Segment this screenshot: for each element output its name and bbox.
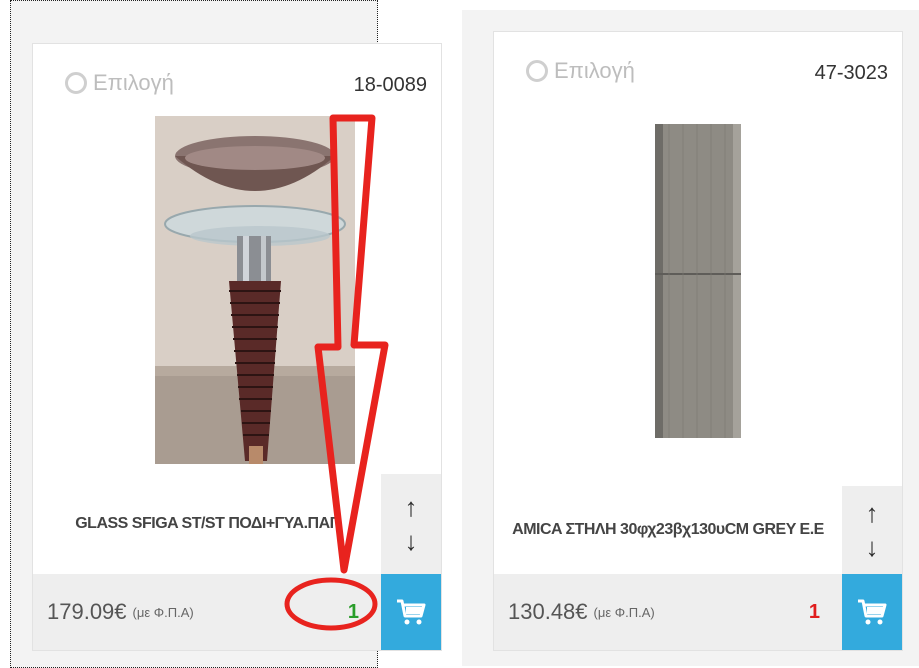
product-code: 47-3023: [814, 62, 888, 84]
product-code: 18-0089: [353, 74, 427, 96]
sort-arrows: ↑ ↓: [842, 486, 902, 574]
select-label: Επιλογή: [554, 58, 635, 83]
arrow-up-icon[interactable]: ↑: [405, 494, 418, 520]
add-to-cart-button[interactable]: [381, 574, 441, 650]
select-option[interactable]: Επιλογή: [65, 70, 174, 96]
cart-icon: [858, 599, 887, 625]
price: 179.09€: [47, 599, 127, 624]
add-to-cart-button[interactable]: [842, 574, 902, 650]
arrow-down-icon[interactable]: ↓: [405, 528, 418, 554]
radio-icon[interactable]: [65, 72, 87, 94]
product-card: Επιλογή 18-0089 GLASS SFIGA ST/ST ΠΟΔΙ+Γ…: [32, 43, 442, 651]
select-label: Επιλογή: [93, 70, 174, 95]
product-title[interactable]: AMICA ΣΤΗΛΗ 30φχ23βχ130υCM GREY E.E: [494, 486, 842, 574]
product-card: Επιλογή 47-3023 AMICA ΣΤΗΛΗ 30φχ23βχ130υ…: [493, 31, 903, 651]
price-vat-note: (με Φ.Π.Α): [132, 604, 194, 620]
arrow-down-icon[interactable]: ↓: [866, 534, 879, 560]
arrow-up-icon[interactable]: ↑: [866, 500, 879, 526]
price-row: 130.48€ (με Φ.Π.Α) 1: [494, 574, 842, 650]
select-option[interactable]: Επιλογή: [526, 58, 635, 84]
stock-count: 1: [347, 600, 359, 623]
cart-icon: [397, 599, 426, 625]
price: 130.48€: [508, 599, 588, 624]
product-title[interactable]: GLASS SFIGA ST/ST ΠΟΔΙ+ΓΥΑ.ΠΑΓ: [33, 474, 381, 574]
product-image[interactable]: [649, 122, 749, 442]
price-row: 179.09€ (με Φ.Π.Α) 1: [33, 574, 381, 650]
price-vat-note: (με Φ.Π.Α): [593, 604, 655, 620]
product-image[interactable]: [155, 116, 355, 464]
sort-arrows: ↑ ↓: [381, 474, 441, 574]
radio-icon[interactable]: [526, 60, 548, 82]
stock-count: 1: [808, 600, 820, 623]
